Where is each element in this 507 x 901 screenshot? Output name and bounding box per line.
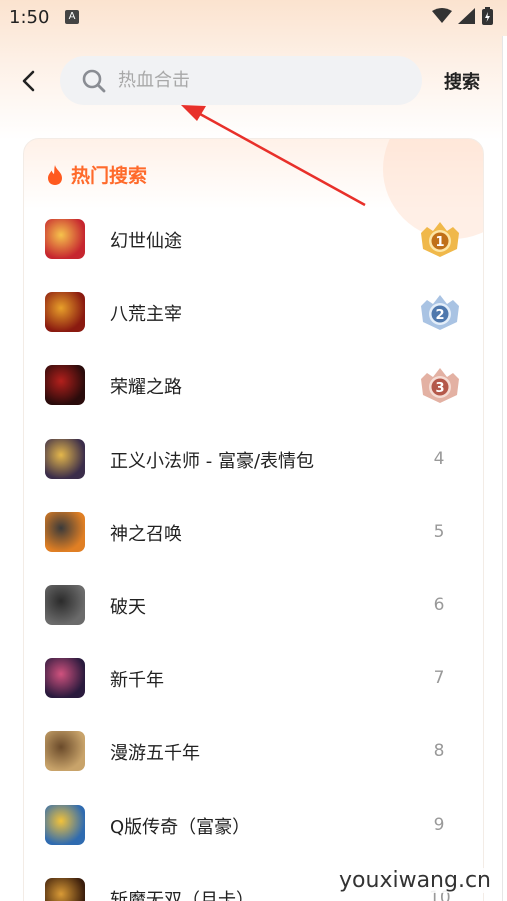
- hot-search-item[interactable]: Q版传奇（富豪） 9: [24, 791, 483, 864]
- scrollbar-edge: [502, 36, 507, 901]
- game-name: 正义小法师 - 富豪/表情包: [110, 450, 315, 472]
- rank-medal-gold-icon: 1: [421, 222, 459, 257]
- rank-medal-bronze-icon: 3: [421, 368, 459, 404]
- rank-number: 1: [435, 235, 444, 250]
- rank-number: 9: [433, 814, 445, 835]
- rank-number: 5: [433, 521, 445, 542]
- rank-number: 3: [435, 381, 444, 396]
- game-name: Q版传奇（富豪）: [110, 816, 251, 838]
- battery-icon: [482, 7, 493, 25]
- hot-search-item[interactable]: 破天 6: [24, 571, 483, 644]
- game-icon: [45, 585, 85, 625]
- flame-icon: [48, 164, 62, 185]
- hot-search-item[interactable]: 新千年 7: [24, 644, 483, 717]
- game-name: 漫游五千年: [110, 743, 200, 765]
- hot-search-header: 热门搜索: [46, 161, 147, 188]
- game-name: 斩魔无双（月卡）: [110, 889, 254, 901]
- hot-search-item[interactable]: 漫游五千年 8: [24, 717, 483, 790]
- game-icon: [45, 365, 85, 406]
- hot-search-item[interactable]: 幻世仙途 1: [24, 205, 483, 278]
- game-name: 破天: [110, 597, 146, 618]
- hot-search-item[interactable]: 荣耀之路 3: [24, 351, 483, 424]
- game-icon: [45, 438, 85, 479]
- hot-search-title: 热门搜索: [71, 165, 148, 187]
- back-button[interactable]: [14, 66, 44, 96]
- game-icon: [45, 731, 85, 772]
- game-icon: [45, 877, 85, 901]
- hot-search-card: 热门搜索 幻世仙途 1 八荒主宰 2 荣耀之路 3 正义小法师 - 富豪/表情包 4 神之召唤 5…: [23, 138, 484, 901]
- hot-search-item[interactable]: 神之召唤 5: [24, 498, 483, 571]
- game-icon: [45, 658, 85, 699]
- game-name: 荣耀之路: [110, 377, 182, 399]
- rank-medal-silver-icon: 2: [421, 295, 459, 331]
- game-icon: [45, 804, 85, 845]
- game-icon: [45, 511, 85, 552]
- signal-icon: [458, 8, 475, 24]
- rank-number: 6: [433, 595, 445, 615]
- accessibility-notification-icon: A: [65, 10, 79, 24]
- search-button[interactable]: 搜索: [444, 68, 480, 94]
- game-name: 新千年: [110, 670, 164, 692]
- search-input[interactable]: [118, 56, 408, 105]
- chevron-left-icon: [22, 70, 35, 92]
- watermark: youxiwang.cn: [333, 868, 497, 893]
- status-bar: 1:50 A: [0, 0, 507, 36]
- status-icons: [432, 7, 493, 25]
- hot-search-item[interactable]: 正义小法师 - 富豪/表情包 4: [24, 425, 483, 498]
- search-box[interactable]: [60, 56, 422, 105]
- rank-number: 7: [433, 668, 445, 689]
- wifi-icon: [432, 8, 452, 23]
- game-name: 幻世仙途: [110, 231, 182, 252]
- game-icon: [45, 292, 85, 333]
- game-icon: [45, 219, 85, 259]
- search-icon: [82, 69, 106, 93]
- rank-number: 4: [433, 448, 445, 469]
- hot-search-item[interactable]: 八荒主宰 2: [24, 278, 483, 351]
- rank-number: 2: [435, 308, 444, 323]
- game-name: 八荒主宰: [110, 304, 182, 326]
- game-name: 神之召唤: [110, 523, 182, 545]
- rank-number: 8: [433, 741, 445, 762]
- status-time: 1:50: [9, 7, 50, 28]
